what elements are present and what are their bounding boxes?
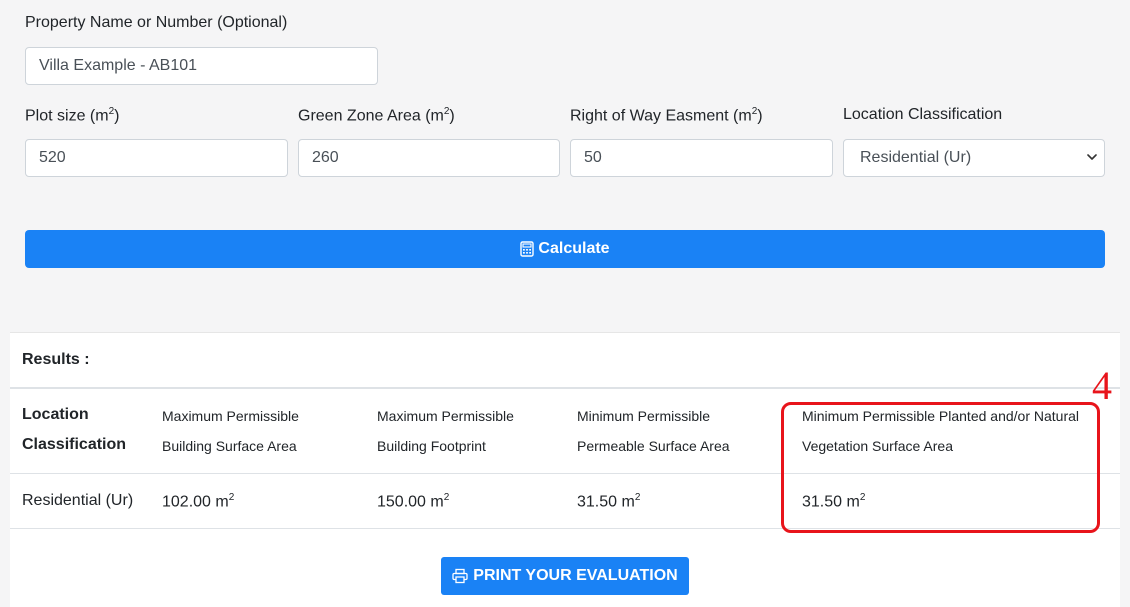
results-divider [10, 387, 1120, 389]
calculate-button-label: Calculate [538, 240, 610, 257]
header-building-footprint: Maximum Permissible Building Footprint [377, 408, 514, 454]
green-zone-input[interactable]: 260 [298, 139, 560, 177]
plot-size-input[interactable]: 520 [25, 139, 288, 177]
header-permeable-surface-area: Minimum Permissible Permeable Surface Ar… [577, 408, 730, 454]
property-name-input[interactable]: Villa Example - AB101 [25, 47, 378, 85]
printer-icon [452, 568, 468, 584]
cell-location: Residential (Ur) [22, 492, 134, 509]
plot-size-label: Plot size (m2) [25, 106, 120, 125]
location-select-value: Residential (Ur) [860, 149, 972, 166]
calculator-icon [520, 241, 535, 257]
right-of-way-input[interactable]: 50 [570, 139, 833, 177]
annotation-highlight-box [781, 402, 1100, 533]
print-evaluation-button[interactable]: PRINT YOUR EVALUATION [441, 557, 689, 595]
chevron-down-icon [1087, 154, 1097, 160]
location-classification-label: Location Classification [843, 106, 1003, 123]
green-zone-label: Green Zone Area (m2) [298, 106, 455, 125]
results-title: Results : [22, 351, 90, 368]
print-evaluation-label: PRINT YOUR EVALUATION [473, 567, 678, 584]
header-location-classification: Location Classification [22, 406, 127, 453]
property-name-label: Property Name or Number (Optional) [25, 14, 288, 31]
right-of-way-label: Right of Way Easment (m2) [570, 106, 763, 125]
cell-permeable-surface: 31.50 m2 [577, 492, 641, 511]
annotation-number: 4 [1092, 363, 1112, 408]
cell-building-footprint: 150.00 m2 [377, 492, 450, 511]
header-building-surface-area: Maximum Permissible Building Surface Are… [162, 408, 299, 454]
cell-building-surface: 102.00 m2 [162, 492, 235, 511]
location-classification-select[interactable]: Residential (Ur) [843, 139, 1105, 177]
calculate-button[interactable]: Calculate [25, 230, 1105, 268]
